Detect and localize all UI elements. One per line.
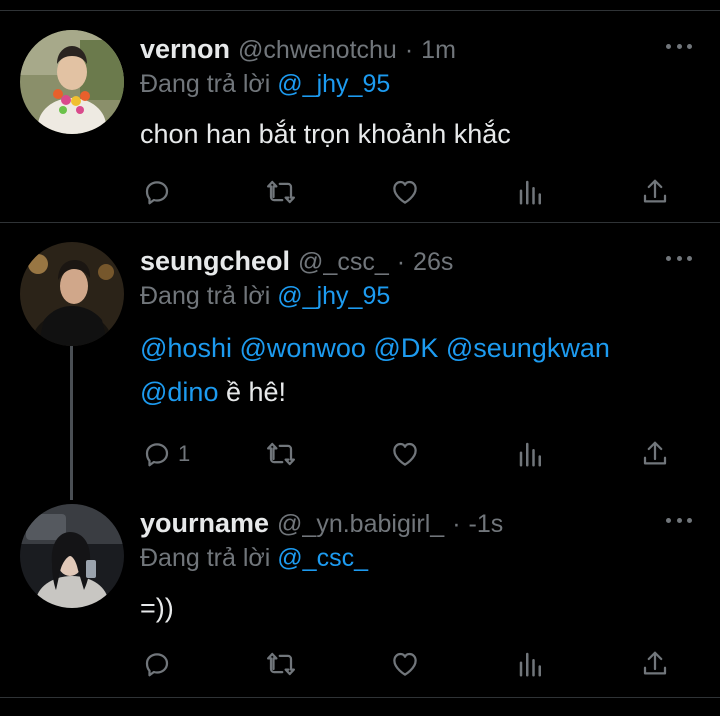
reply-icon: [142, 439, 172, 469]
retweet-button[interactable]: [266, 172, 296, 212]
replying-mention[interactable]: @_csc_: [277, 544, 368, 572]
separator: ·: [452, 510, 461, 538]
tweet-text: =)): [140, 593, 174, 623]
reply-count: 1: [178, 441, 191, 466]
tweet-vernon[interactable]: vernon @chwenotchu · 1m Đang trả lời @_j…: [0, 30, 720, 220]
tweet-header: vernon @chwenotchu · 1m: [140, 34, 456, 70]
tweet-text: @hoshi @wonwoo @DK @seungkwan @dino ề hê…: [140, 326, 610, 414]
retweet-button[interactable]: [266, 434, 296, 474]
replying-prefix: Đang trả lời: [140, 70, 271, 98]
timestamp[interactable]: -1s: [469, 510, 504, 539]
views-icon: [516, 439, 546, 469]
views-button[interactable]: [516, 434, 546, 474]
tweet-seungcheol[interactable]: seungcheol @_csc_ · 26s Đang trả lời @_j…: [0, 242, 720, 500]
reply-icon: [142, 649, 172, 679]
replying-prefix: Đang trả lời: [140, 544, 271, 572]
retweet-icon: [266, 649, 296, 679]
replying-to: Đang trả lời @_jhy_95: [140, 282, 390, 311]
avatar[interactable]: [20, 30, 124, 134]
display-name[interactable]: seungcheol: [140, 246, 290, 277]
tweet-yourname[interactable]: yourname @_yn.babigirl_ · -1s Đang trả l…: [0, 504, 720, 694]
more-icon[interactable]: [666, 510, 692, 530]
like-button[interactable]: [390, 434, 420, 474]
more-icon[interactable]: [666, 36, 692, 56]
like-icon: [390, 177, 420, 207]
like-icon: [390, 439, 420, 469]
views-button[interactable]: [516, 172, 546, 212]
tweet-text: chon han bắt trọn khoảnh khắc: [140, 119, 511, 149]
thread-line: [70, 346, 73, 500]
bottom-divider: [0, 697, 720, 698]
views-button[interactable]: [516, 644, 546, 684]
top-divider: [0, 10, 720, 11]
display-name[interactable]: yourname: [140, 508, 269, 539]
replying-mention[interactable]: @_jhy_95: [277, 282, 390, 310]
views-icon: [516, 649, 546, 679]
views-icon: [516, 177, 546, 207]
reply-button[interactable]: [142, 644, 178, 684]
share-icon: [640, 177, 670, 207]
like-button[interactable]: [390, 172, 420, 212]
action-bar: [140, 644, 680, 684]
action-bar: [140, 172, 680, 212]
share-button[interactable]: [640, 644, 670, 684]
share-icon: [640, 649, 670, 679]
reply-button[interactable]: 1: [142, 434, 190, 474]
separator: ·: [396, 248, 406, 276]
share-icon: [640, 439, 670, 469]
tweet-header: yourname @_yn.babigirl_ · -1s: [140, 508, 503, 544]
reply-button[interactable]: [142, 172, 178, 212]
more-icon[interactable]: [666, 248, 692, 268]
timestamp[interactable]: 1m: [421, 36, 456, 65]
username[interactable]: @_csc_: [298, 248, 389, 277]
like-icon: [390, 649, 420, 679]
mention-dino[interactable]: @dino: [140, 377, 218, 407]
tweet-header: seungcheol @_csc_ · 26s: [140, 246, 453, 282]
retweet-icon: [266, 439, 296, 469]
display-name[interactable]: vernon: [140, 34, 230, 65]
replying-to: Đang trả lời @_jhy_95: [140, 70, 390, 99]
avatar[interactable]: [20, 504, 124, 608]
tweet-divider: [0, 222, 720, 223]
replying-mention[interactable]: @_jhy_95: [277, 70, 390, 98]
separator: ·: [404, 36, 414, 64]
mention-list[interactable]: @hoshi @wonwoo @DK @seungkwan: [140, 326, 610, 370]
replying-to: Đang trả lời @_csc_: [140, 544, 368, 573]
retweet-button[interactable]: [266, 644, 296, 684]
share-button[interactable]: [640, 172, 670, 212]
action-bar: 1: [140, 434, 680, 474]
replying-prefix: Đang trả lời: [140, 282, 271, 310]
share-button[interactable]: [640, 434, 670, 474]
reply-icon: [142, 177, 172, 207]
username[interactable]: @_yn.babigirl_: [277, 510, 444, 539]
like-button[interactable]: [390, 644, 420, 684]
username[interactable]: @chwenotchu: [238, 36, 397, 65]
avatar[interactable]: [20, 242, 124, 346]
retweet-icon: [266, 177, 296, 207]
timestamp[interactable]: 26s: [413, 248, 453, 277]
tweet-text-rest: ề hê!: [218, 377, 287, 407]
